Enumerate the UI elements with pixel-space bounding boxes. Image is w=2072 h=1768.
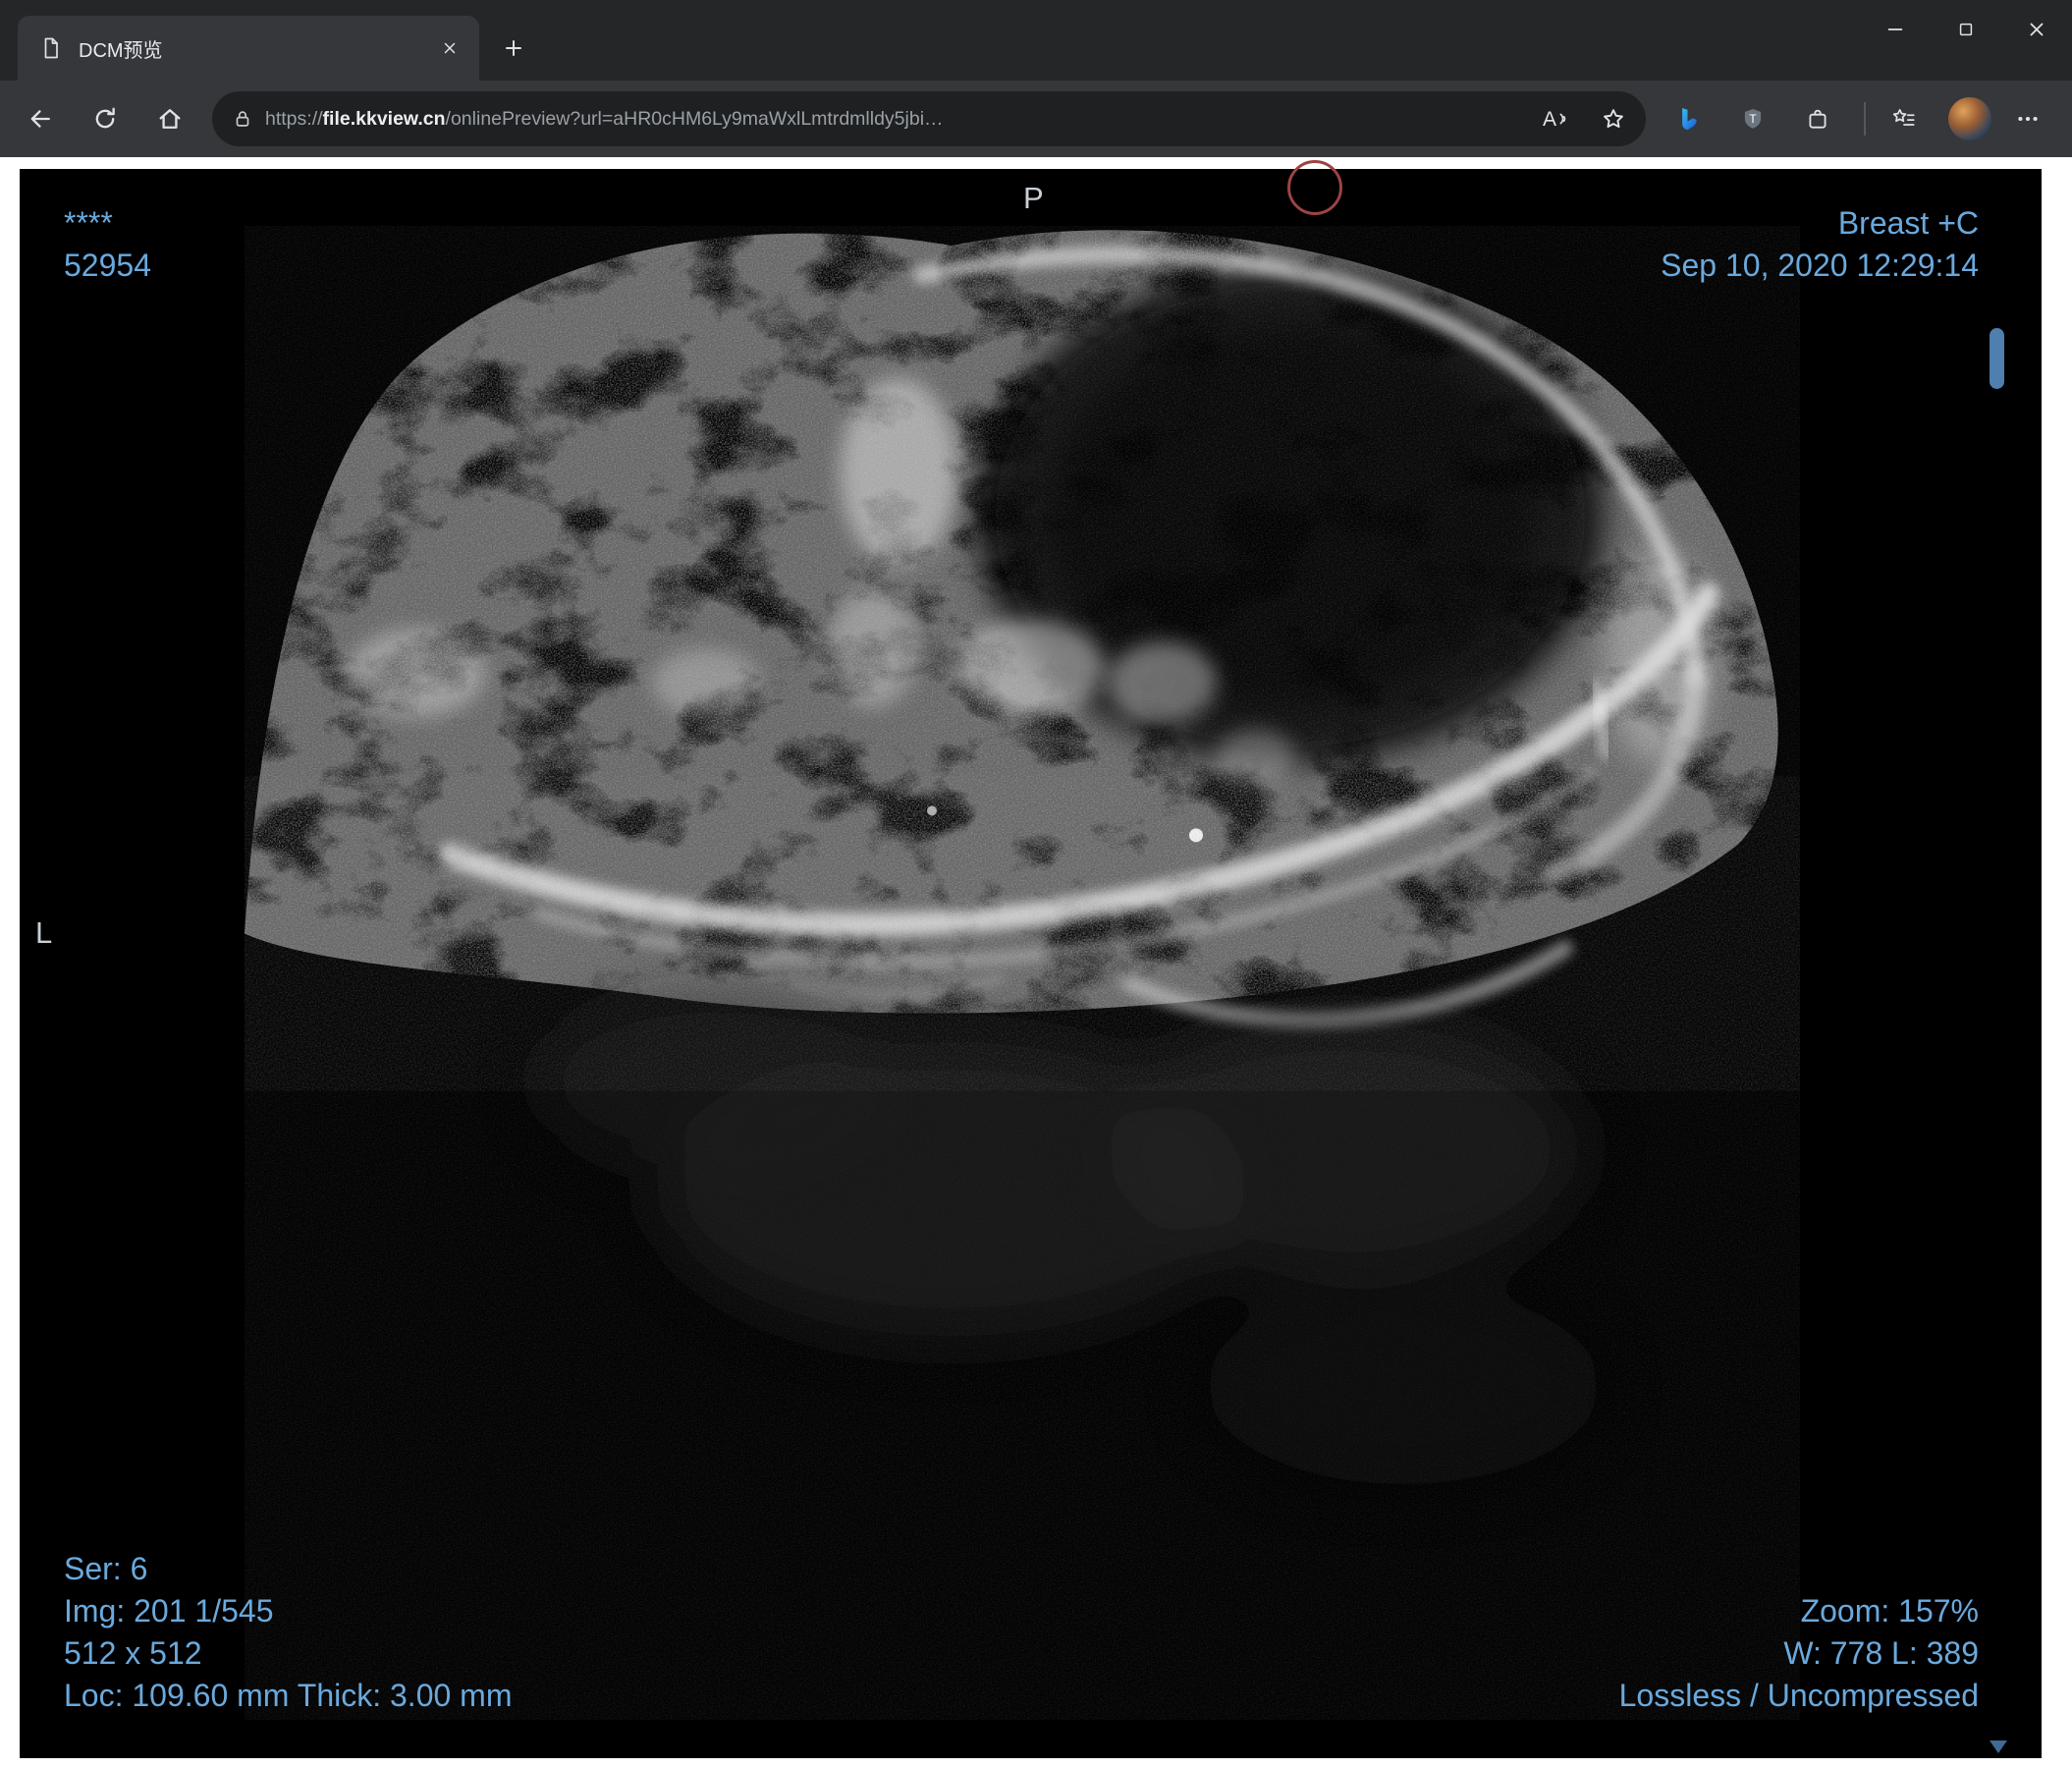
shield-icon: T: [1744, 109, 1762, 129]
collections-star-icon: [1892, 109, 1915, 126]
mri-image: [245, 226, 1800, 1720]
dicom-viewer[interactable]: **** 52954 Breast +C Sep 10, 2020 12:29:…: [20, 160, 2042, 1758]
minimize-icon: [1887, 28, 1903, 30]
sound-waves-icon: [1559, 113, 1566, 125]
overlay-top-right: Breast +C Sep 10, 2020 12:29:14: [1661, 202, 1979, 287]
tab-close-button[interactable]: [432, 30, 467, 66]
read-aloud-button[interactable]: A: [1534, 96, 1579, 141]
close-icon: [444, 42, 456, 54]
annotation-circle: [1287, 160, 1342, 215]
extensions-button[interactable]: [1789, 90, 1846, 147]
overlay-patient-stars: ****: [64, 205, 113, 241]
overlay-matrix-size: 512 x 512: [64, 1635, 202, 1671]
overlay-patient-id: 52954: [64, 248, 151, 283]
maximize-button[interactable]: [1931, 0, 2001, 59]
tab-title: DCM预览: [79, 39, 163, 62]
close-icon: [2030, 23, 2044, 36]
overlay-window-level: W: 778 L: 389: [1783, 1635, 1979, 1671]
plus-icon: [506, 40, 521, 56]
collections-button[interactable]: [1876, 90, 1933, 147]
refresh-icon: [95, 107, 115, 129]
refresh-button[interactable]: [77, 90, 134, 147]
bing-sidebar-button[interactable]: [1660, 90, 1717, 147]
overlay-zoom: Zoom: 157%: [1800, 1593, 1979, 1629]
tab-strip: DCM预览: [0, 0, 2072, 81]
overlay-bottom-right: Zoom: 157% W: 778 L: 389 Lossless / Unco…: [1619, 1590, 1979, 1717]
overlay-compression: Lossless / Uncompressed: [1618, 1678, 1979, 1713]
minimize-button[interactable]: [1860, 0, 1931, 59]
overlay-study-datetime: Sep 10, 2020 12:29:14: [1661, 248, 1979, 283]
url-path: /onlinePreview?url=aHR0cHM6Ly9maWxlLmtrd…: [445, 107, 944, 130]
more-menu-button[interactable]: [1999, 90, 2056, 147]
star-icon: [1604, 109, 1623, 128]
browser-window: DCM预览 https://file.kkview.cn/onlinePrevi…: [0, 0, 2072, 1768]
overlay-series: Ser: 6: [64, 1551, 148, 1586]
window-controls: [1860, 0, 2072, 59]
toolbar-divider: [1864, 102, 1866, 136]
overlay-study-name: Breast +C: [1837, 205, 1979, 241]
maximize-icon: [1959, 23, 1973, 36]
overlay-image-number: Img: 201 1/545: [64, 1593, 274, 1629]
overlay-bottom-left: Ser: 6 Img: 201 1/545 512 x 512 Loc: 109…: [64, 1548, 512, 1717]
address-bar[interactable]: https://file.kkview.cn/onlinePreview?url…: [212, 91, 1646, 146]
url-text: https://file.kkview.cn/onlinePreview?url…: [265, 108, 1522, 131]
read-aloud-icon: A: [1542, 107, 1556, 131]
ellipsis-icon: [2018, 116, 2038, 122]
url-scheme: https://: [265, 107, 323, 130]
shield-letter: T: [1749, 112, 1756, 126]
favorite-star-button[interactable]: [1591, 96, 1636, 141]
new-tab-button[interactable]: [491, 26, 536, 71]
back-button[interactable]: [12, 90, 69, 147]
orientation-marker-posterior: P: [1023, 181, 1044, 215]
browser-toolbar: https://file.kkview.cn/onlinePreview?url…: [0, 81, 2072, 157]
document-icon: [44, 37, 58, 59]
extensions-icon: [1809, 109, 1827, 129]
back-arrow-icon: [30, 110, 50, 128]
home-button[interactable]: [141, 90, 198, 147]
bing-icon: [1682, 108, 1697, 131]
scrollbar-thumb[interactable]: [1990, 328, 2004, 389]
profile-avatar[interactable]: [1948, 97, 1991, 140]
overlay-top-left: **** 52954: [64, 202, 151, 287]
tampermonkey-extension-button[interactable]: T: [1724, 90, 1781, 147]
scrollbar-down-arrow[interactable]: [1990, 1740, 2007, 1753]
orientation-marker-left: L: [35, 915, 53, 950]
home-icon: [159, 109, 181, 129]
tab-dcm-preview[interactable]: DCM预览: [18, 16, 479, 81]
close-window-button[interactable]: [2001, 0, 2072, 59]
page-background: **** 52954 Breast +C Sep 10, 2020 12:29:…: [0, 157, 2072, 1768]
lock-icon: [236, 111, 249, 127]
url-domain: file.kkview.cn: [322, 107, 446, 130]
overlay-slice-location: Loc: 109.60 mm Thick: 3.00 mm: [64, 1678, 513, 1713]
